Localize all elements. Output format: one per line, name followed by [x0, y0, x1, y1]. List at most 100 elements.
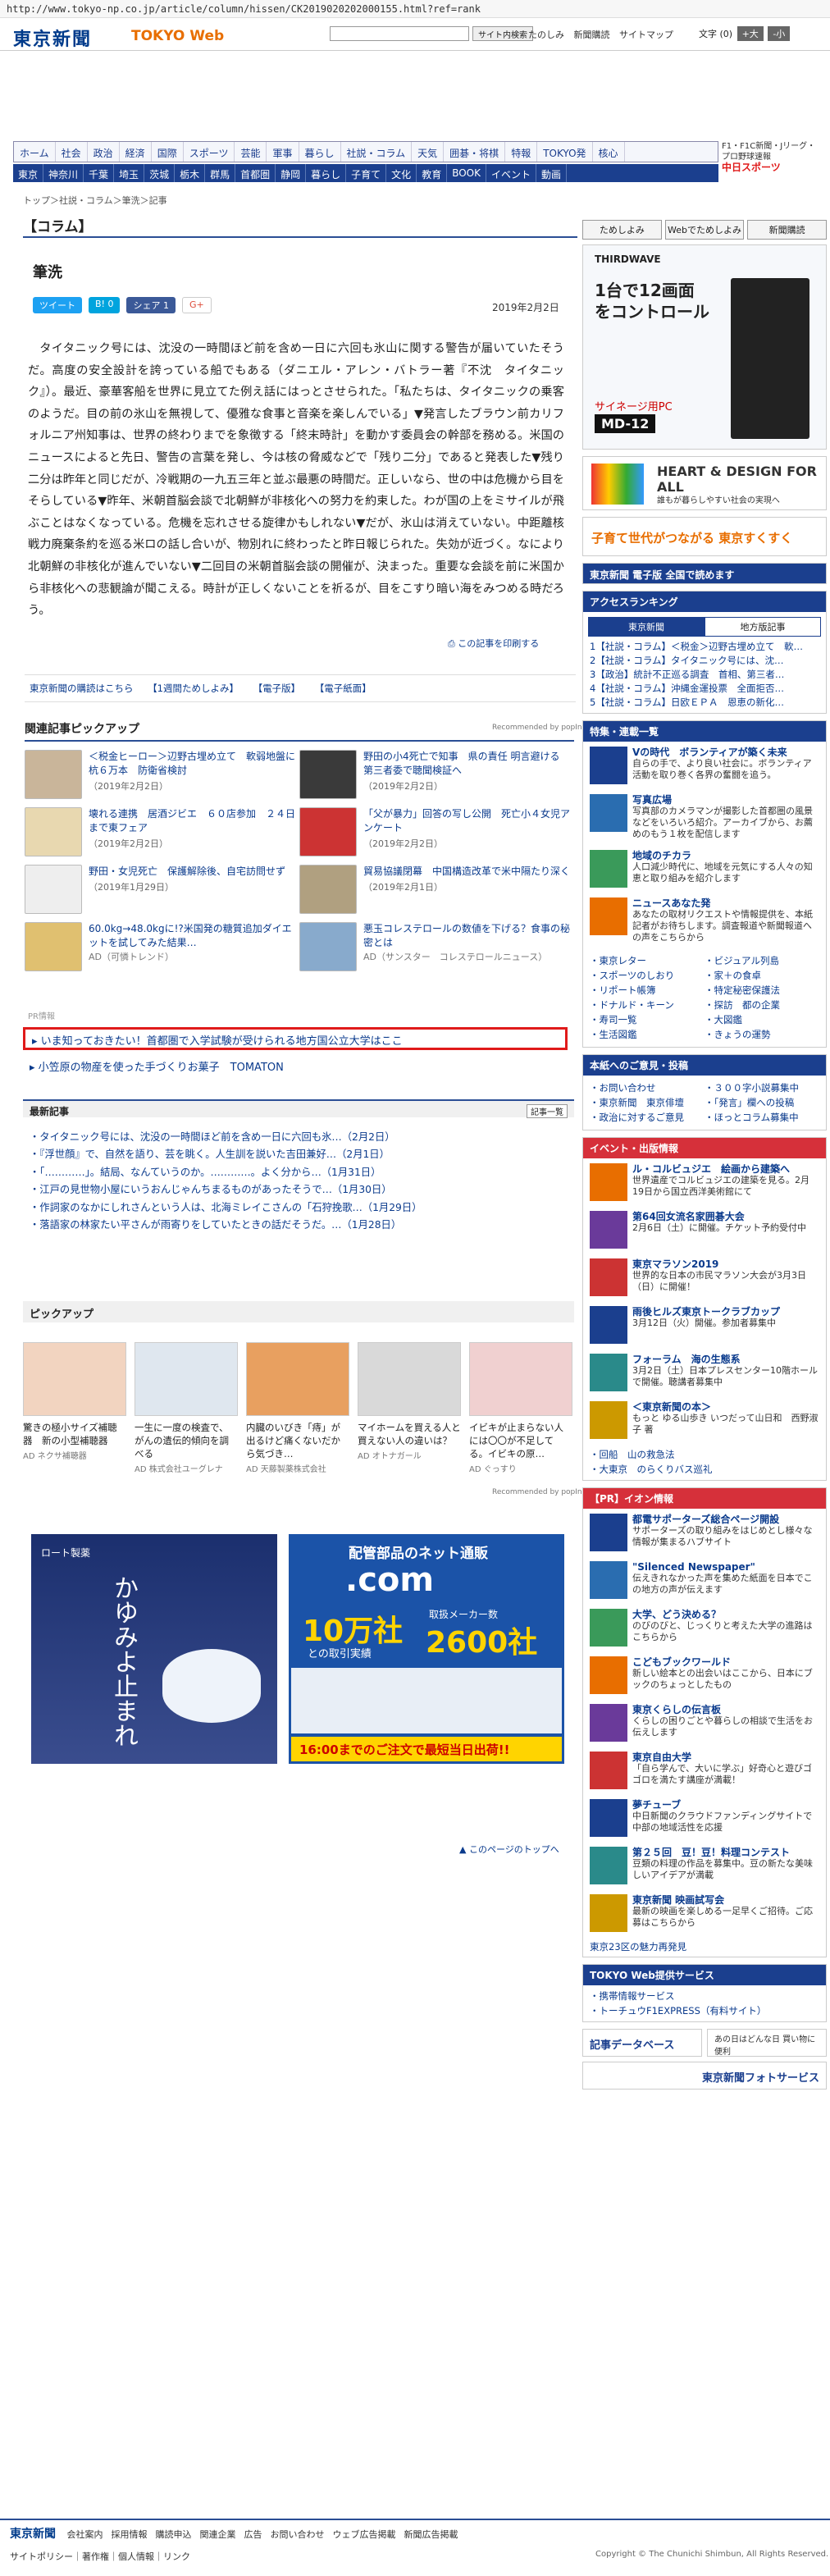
- opinion-link[interactable]: ・お問い合わせ: [590, 1080, 705, 1095]
- feature-link[interactable]: ・東京レター: [590, 953, 705, 968]
- top-link-tameshi[interactable]: たのしみ: [528, 30, 564, 40]
- pickup-popin-credit[interactable]: Recommended by popIn: [492, 1488, 582, 1496]
- opinion-link[interactable]: ・「発言」欄への投稿: [705, 1095, 819, 1110]
- page-top-link[interactable]: ▲ このページのトップへ: [459, 1843, 559, 1856]
- print-link[interactable]: ⎙ この記事を印刷する: [448, 637, 539, 650]
- top-link-kodoku[interactable]: 新聞購読: [574, 30, 610, 40]
- footer-link[interactable]: 広告: [244, 2529, 262, 2540]
- region-item-14[interactable]: イベント: [486, 164, 536, 182]
- feature-link[interactable]: ・探訪 都の企業: [705, 998, 819, 1012]
- footer-link[interactable]: 会社案内: [67, 2529, 103, 2540]
- related-title[interactable]: 野田の小4死亡で知事 県の責任 明言避ける 第三者委で聴聞検証へ: [363, 750, 574, 778]
- pr-sub-link[interactable]: ▸ 小笠原の物産を使った手づくりお菓子 TOMATON: [30, 1058, 284, 1074]
- address-bar[interactable]: http://www.tokyo-np.co.jp/article/column…: [0, 0, 830, 18]
- denshiban-banner[interactable]: 東京新聞 電子版 全国で読めます: [582, 563, 827, 584]
- tokyo-web-logo[interactable]: TOKYO Web: [131, 28, 224, 44]
- related-title[interactable]: 壊れる連携 居酒ジビエ ６０店参加 ２４日まで東フェア: [89, 807, 299, 835]
- nav-item-2[interactable]: 政治: [88, 142, 120, 162]
- nav-item-8[interactable]: 暮らし: [299, 142, 341, 162]
- related-item[interactable]: ＜税金ヒーロー＞辺野古埋め立て 軟弱地盤に杭６万本 防衛省検討 （2019年2月2…: [25, 750, 299, 799]
- aeon-item[interactable]: 夢チューブ 中日新聞のクラウドファンディングサイトで中部の地域活性を応援: [583, 1794, 826, 1842]
- related-item[interactable]: 「父が暴力」回答の写し公開 死亡小４女児アンケート （2019年2月2日）: [299, 807, 574, 856]
- nav-item-5[interactable]: スポーツ: [184, 142, 235, 162]
- aeon-item[interactable]: 大学、どう決める？ のびのびと、じっくりと考えた大学の進路はこちらから: [583, 1604, 826, 1651]
- sukusuku-banner[interactable]: 子育て世代がつながる 東京すくすく: [582, 517, 827, 556]
- latest-item[interactable]: ・『浮世顔』で、自然を語り、芸を眺く。人生訓を説いた吉田兼好…（2月1日）: [30, 1146, 571, 1163]
- site-search-input[interactable]: [330, 26, 469, 41]
- aeon-item[interactable]: 東京自由大学 「自ら学んで、大いに学ぶ」好奇心と遊びゴゴロを満たす講座が満載！: [583, 1747, 826, 1794]
- event-link[interactable]: ・大東京 のらくりバス巡礼: [590, 1462, 819, 1477]
- pickup-item[interactable]: イビキが止まらない人には〇〇が不足してる。イビキの原… AD ぐっすり: [469, 1342, 572, 1474]
- region-item-3[interactable]: 埼玉: [114, 164, 145, 182]
- related-item[interactable]: 壊れる連携 居酒ジビエ ６０店参加 ２４日まで東フェア （2019年2月2日）: [25, 807, 299, 856]
- latest-item[interactable]: ・タイタニック号には、沈没の一時間ほど前を含め一日に六回も氷…（2月2日）: [30, 1129, 571, 1146]
- aruhi-banner[interactable]: あの日はどんな日 買い物に便利: [707, 2029, 827, 2057]
- aeon-more-link[interactable]: 東京23区の魅力再発見: [583, 1937, 826, 1957]
- region-item-15[interactable]: 動画: [536, 164, 568, 182]
- side-btn-web-tameshi[interactable]: Webでためしよみ: [664, 220, 745, 240]
- latest-more-button[interactable]: 記事一覧: [527, 1104, 568, 1118]
- feature-item[interactable]: ニュースあなた発 あなたの取材リクエストや情報提供を、本紙記者がお待ちします。調査…: [583, 893, 826, 948]
- top-link-sitemap[interactable]: サイトマップ: [619, 30, 673, 40]
- ranking-item[interactable]: 4【社説・コラム】沖縄金運投票 全面拒否…: [590, 682, 819, 696]
- region-item-0[interactable]: 東京: [13, 164, 44, 182]
- footer-logo[interactable]: 東京新聞: [10, 2528, 56, 2541]
- side-btn-kodoku[interactable]: 新聞購読: [747, 220, 828, 240]
- hatena-button[interactable]: B! 0: [89, 297, 121, 313]
- pr-feature-link[interactable]: ▸ いま知っておきたい！首都圏で入学試験が受けられる地方国公立大学はここ: [23, 1027, 568, 1050]
- feature-link[interactable]: ・寿司一覧: [590, 1012, 705, 1027]
- ranking-item[interactable]: 5【社説・コラム】日欧ＥＰＡ 恩恵の新化…: [590, 696, 819, 710]
- font-plus-button[interactable]: +大: [737, 26, 764, 41]
- feature-link[interactable]: ・ドナルド・キーン: [590, 998, 705, 1012]
- nav-item-1[interactable]: 社会: [56, 142, 88, 162]
- photo-service-banner[interactable]: 東京新聞フォトサービス: [582, 2062, 827, 2090]
- region-item-8[interactable]: 静岡: [276, 164, 307, 182]
- event-item[interactable]: ＜東京新聞の本＞ もっと ゆる山歩き いつだって山日和 西野淑子 著: [583, 1396, 826, 1444]
- related-item[interactable]: 悪玉コレステロールの数値を下げる？食事の秘密とは AD（サンスター コレステロール…: [299, 922, 574, 971]
- feature-item[interactable]: 写真広場 写真部のカメラマンが撮影した首都圏の風景などをいろいろ紹介。アーカイブか…: [583, 789, 826, 845]
- rohto-ad[interactable]: ロート製薬 かゆみよ止まれ: [31, 1534, 277, 1764]
- ranking-item[interactable]: 1【社説・コラム】＜税金＞辺野古埋め立て 軟…: [590, 640, 819, 654]
- parts-com-ad[interactable]: 配管部品のネット通販 .com 10万社 との取引実績 取扱メーカー数 2600…: [289, 1534, 564, 1764]
- tweet-button[interactable]: ツイート: [33, 297, 82, 313]
- region-item-1[interactable]: 神奈川: [43, 164, 84, 182]
- aeon-item[interactable]: こどもブックワールド 新しい絵本との出会いはここから、日本にブックのちょっとしたも…: [583, 1651, 826, 1699]
- link-week-trial[interactable]: 【1週間ためしよみ】: [148, 683, 239, 694]
- related-item[interactable]: 貿易協議閉幕 中国構造改革で米中隔たり深く （2019年2月1日）: [299, 865, 574, 914]
- pickup-item[interactable]: マイホームを買える人と買えない人の違いは？ AD オトナガール: [358, 1342, 461, 1474]
- feature-link[interactable]: ・リポート帳簿: [590, 983, 705, 998]
- related-item[interactable]: 野田・女児死亡 保護解除後、自宅訪問せず （2019年1月29日）: [25, 865, 299, 914]
- nav-item-4[interactable]: 国際: [152, 142, 184, 162]
- ranking-tab-tokyo[interactable]: 東京新聞: [588, 617, 705, 637]
- nav-item-3[interactable]: 経済: [120, 142, 152, 162]
- region-item-5[interactable]: 栃木: [175, 164, 206, 182]
- region-item-7[interactable]: 首都圏: [235, 164, 276, 182]
- latest-item[interactable]: ・作詞家のなかにしれさんという人は、北海ミレイこさんの「石狩挽歌…（1月29日）: [30, 1199, 571, 1217]
- chunichi-sports-banner[interactable]: F1・F1C新聞・Jリーグ・プロ野球速報 中日スポーツ: [722, 141, 820, 180]
- nav-item-12[interactable]: 特報: [505, 142, 538, 162]
- aeon-item[interactable]: 東京新聞 映画試写会 最新の映画を楽しめる一足早くご招待。ご応募はこちらから: [583, 1889, 826, 1937]
- region-item-13[interactable]: BOOK: [447, 164, 486, 182]
- latest-item[interactable]: ・落語家の林家たい平さんが雨寄りをしていたときの話だそうだ。…（1月28日）: [30, 1217, 571, 1234]
- side-btn-tameshi[interactable]: ためしよみ: [582, 220, 662, 240]
- latest-item[interactable]: ・「…………」。結局、なんていうのか。…………。よく分から…（1月31日）: [30, 1164, 571, 1181]
- nav-item-0[interactable]: ホーム: [14, 142, 56, 162]
- ranking-item[interactable]: 3【政治】統計不正巡る調査 首相、第三者…: [590, 668, 819, 682]
- related-title[interactable]: 60.0kg→48.0kgに!?米国発の糖質追加ダイエットを試してみた結果…: [89, 922, 299, 950]
- footer-policy-links[interactable]: サイトポリシー｜著作権｜個人情報｜リンク: [10, 2550, 190, 2563]
- aeon-item[interactable]: 都電サポーターズ総合ページ開設 サポーターズの取り組みをはじめとし様々な情報が集ま…: [583, 1509, 826, 1556]
- nav-item-10[interactable]: 天気: [412, 142, 445, 162]
- facebook-share-button[interactable]: シェア 1: [126, 297, 176, 313]
- opinion-link[interactable]: ・東京新聞 東京俳壇: [590, 1095, 705, 1110]
- related-title[interactable]: 「父が暴力」回答の写し公開 死亡小４女児アンケート: [363, 807, 574, 835]
- aeon-item[interactable]: 東京くらしの伝言板 くらしの困りごとや暮らしの相談で生活をお伝えします: [583, 1699, 826, 1747]
- event-item[interactable]: フォーラム 海の生態系 3月2日（土）日本プレスセンター10階ホールで開催。聴講者…: [583, 1349, 826, 1396]
- opinion-link[interactable]: ・３００字小説募集中: [705, 1080, 819, 1095]
- event-item[interactable]: ル・コルビュジエ 絵画から建築へ 世界遺産でコルビュジエの建築を見る。2月19日か…: [583, 1158, 826, 1206]
- footer-link[interactable]: お問い合わせ: [271, 2529, 325, 2540]
- footer-link[interactable]: 採用情報: [112, 2529, 148, 2540]
- aeon-item[interactable]: 第２５回 豆！豆！料理コンテスト 豆類の料理の作品を募集中。豆の新たな美味しいアイ…: [583, 1842, 826, 1889]
- font-minus-button[interactable]: -小: [768, 26, 791, 41]
- site-search-button[interactable]: サイト内検索: [472, 26, 533, 41]
- service-link[interactable]: ・トーチュウF1EXPRESS（有料サイト）: [590, 2003, 819, 2018]
